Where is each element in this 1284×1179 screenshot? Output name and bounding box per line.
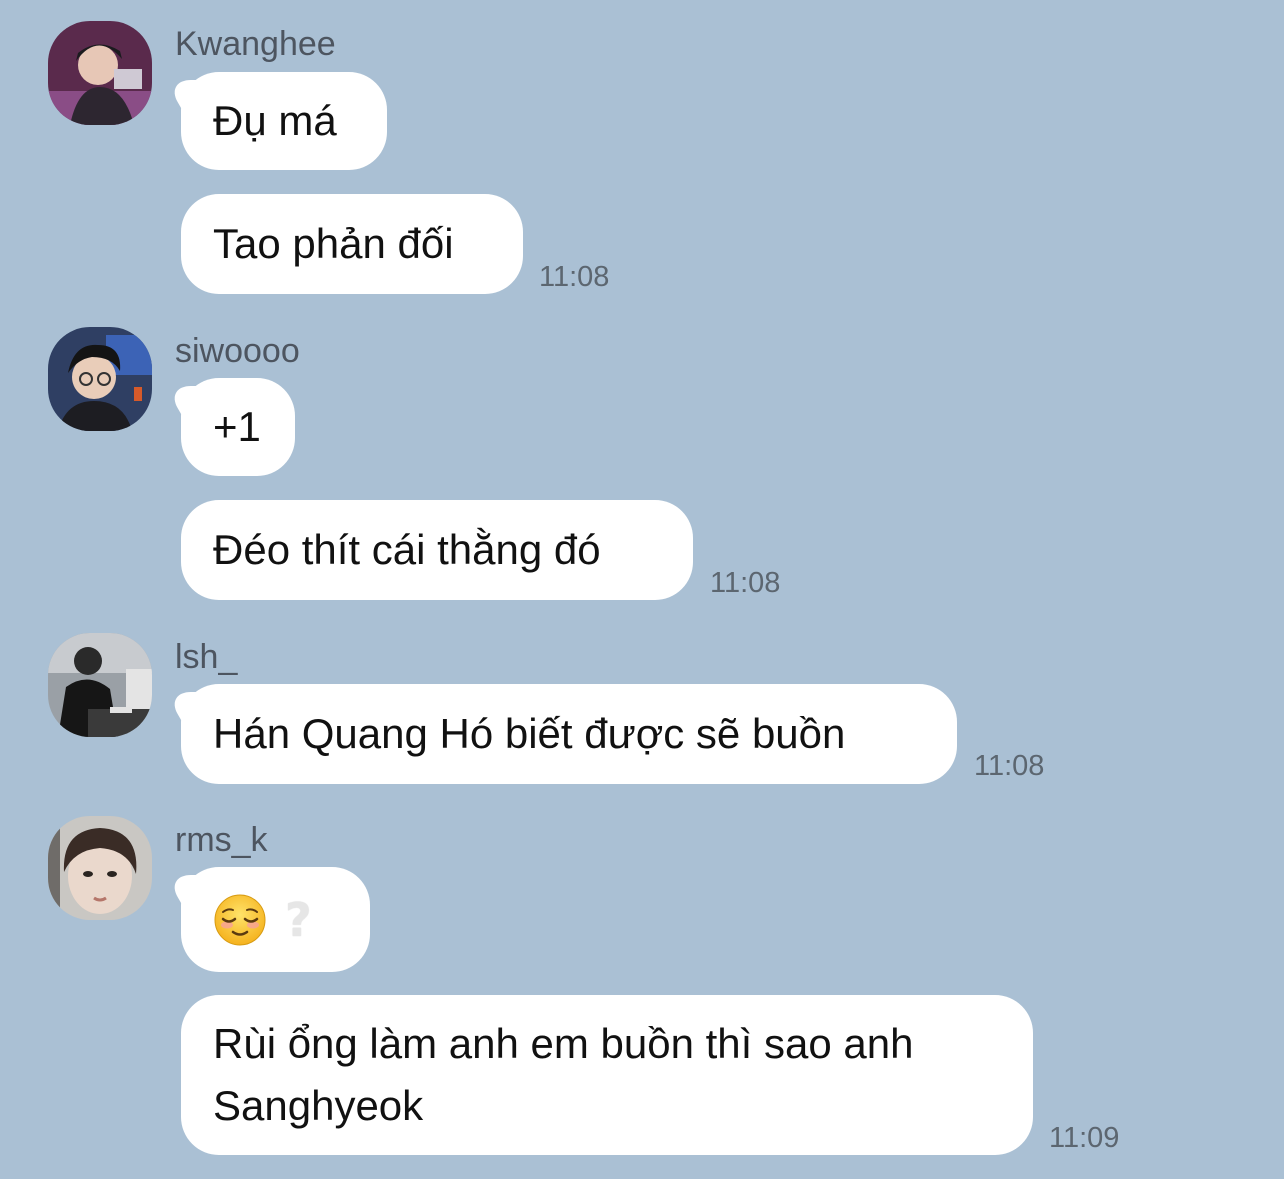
- user-avatar-siwoooo-icon: [48, 327, 152, 431]
- user-avatar-kwanghee-icon: [48, 21, 152, 125]
- user-avatar-lsh-icon: [48, 633, 152, 737]
- message-text: +1: [213, 403, 261, 450]
- user-avatar-rms-k-icon: [48, 816, 152, 920]
- message-text: Hán Quang Hó biết được sẽ buồn: [213, 710, 846, 757]
- message-bubble[interactable]: +1: [181, 378, 295, 476]
- message-text: Tao phản đối: [213, 220, 454, 267]
- emoji-message-content: ?: [213, 889, 338, 951]
- avatar-rms-k[interactable]: [48, 816, 152, 920]
- message-timestamp: 11:08: [710, 567, 781, 599]
- avatar-kwanghee[interactable]: [48, 21, 152, 125]
- message-text-line: Rùi ổng làm anh em buồn thì sao anh: [213, 1020, 914, 1067]
- relieved-face-icon: [213, 893, 267, 947]
- avatar-siwoooo[interactable]: [48, 327, 152, 431]
- message-text-line: Sanghyeok: [213, 1082, 424, 1129]
- sender-name-siwoooo: siwoooo: [175, 332, 300, 370]
- message-bubble-emoji[interactable]: ?: [181, 867, 370, 972]
- message-bubble[interactable]: Tao phản đối: [181, 194, 523, 294]
- message-timestamp: 11:08: [974, 750, 1045, 782]
- sender-name-lsh: lsh_: [175, 638, 238, 676]
- message-bubble[interactable]: Đéo thít cái thằng đó: [181, 500, 693, 600]
- message-timestamp: 11:09: [1049, 1122, 1120, 1154]
- question-mark-icon: ?: [285, 892, 312, 947]
- message-bubble[interactable]: Rùi ổng làm anh em buồn thì sao anh Sang…: [181, 995, 1033, 1155]
- message-timestamp: 11:08: [539, 261, 610, 293]
- message-text: Đéo thít cái thằng đó: [213, 526, 601, 573]
- message-bubble[interactable]: Hán Quang Hó biết được sẽ buồn: [181, 684, 957, 784]
- sender-name-rms-k: rms_k: [175, 821, 268, 859]
- message-text: Đụ má: [213, 97, 337, 144]
- sender-name-kwanghee: Kwanghee: [175, 25, 336, 63]
- message-bubble[interactable]: Đụ má: [181, 72, 387, 170]
- avatar-lsh[interactable]: [48, 633, 152, 737]
